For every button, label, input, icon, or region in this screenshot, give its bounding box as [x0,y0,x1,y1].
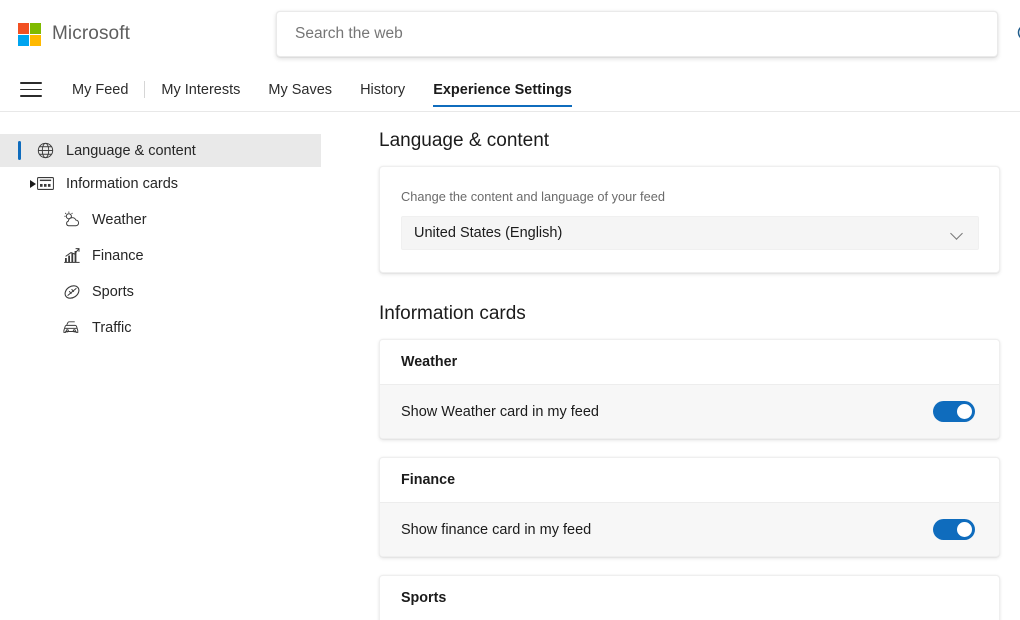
finance-settings-card: Finance Show finance card in my feed [379,457,1000,557]
search-box[interactable] [276,11,998,57]
search-button[interactable] [1010,17,1020,51]
weather-toggle-row: Show Weather card in my feed [380,385,999,438]
card-title: Weather [380,340,999,385]
nav-item-my-feed[interactable]: My Feed [58,68,142,112]
settings-main-content: Language & content Change the content an… [355,112,1020,620]
brand[interactable]: Microsoft [18,22,248,46]
sidebar-item-sports[interactable]: Sports [0,275,321,308]
microsoft-logo-icon [18,22,41,46]
nav-item-experience-settings[interactable]: Experience Settings [419,68,586,112]
language-dropdown-value: United States (English) [414,225,563,241]
language-section-title: Language & content [379,130,550,151]
weather-show-toggle[interactable] [933,401,975,422]
sidebar-item-label: Finance [92,247,144,264]
sidebar-item-finance[interactable]: Finance [0,239,321,272]
globe-icon [36,141,55,160]
finance-show-toggle[interactable] [933,519,975,540]
traffic-car-icon [62,318,81,337]
sidebar-item-traffic[interactable]: Traffic [0,311,321,344]
chevron-right-icon[interactable] [30,179,36,188]
chevron-down-icon [951,229,964,237]
nav-item-history[interactable]: History [346,68,419,112]
weather-settings-card: Weather Show Weather card in my feed [379,339,1000,439]
card-row-label: Show finance card in my feed [401,521,592,538]
nav-item-my-saves[interactable]: My Saves [254,68,346,112]
finance-toggle-row: Show finance card in my feed [380,503,999,556]
language-card: Change the content and language of your … [379,166,1000,273]
information-cards-section-title: Information cards [379,303,526,324]
language-field-label: Change the content and language of your … [401,189,665,204]
sports-settings-card: Sports [379,575,1000,620]
sidebar-item-label: Sports [92,283,134,300]
sidebar-item-label: Language & content [66,142,196,159]
sidebar-item-language-content[interactable]: Language & content [0,134,321,167]
weather-icon [62,210,81,229]
sports-ball-icon [62,282,81,301]
sidebar-item-information-cards[interactable]: Information cards [0,167,321,200]
settings-sidebar: Language & content Information cards Wea… [0,112,355,620]
toggle-knob [957,404,972,419]
finance-chart-icon [62,246,81,265]
nav-divider [144,81,146,98]
cards-icon [36,174,55,193]
card-title: Finance [380,458,999,503]
card-title: Sports [380,576,999,620]
sidebar-item-label: Weather [92,211,147,228]
page-header: Microsoft [0,0,1020,68]
sidebar-item-weather[interactable]: Weather [0,203,321,236]
search-icon [1017,27,1020,38]
search-input[interactable] [295,12,979,56]
page-body: Language & content Information cards Wea… [0,112,1020,620]
hamburger-icon[interactable] [16,77,46,103]
brand-name: Microsoft [52,23,130,44]
sidebar-item-label: Traffic [92,319,132,336]
toggle-knob [957,522,972,537]
card-row-label: Show Weather card in my feed [401,403,599,420]
nav-item-my-interests[interactable]: My Interests [147,68,254,112]
main-navigation: My Feed My Interests My Saves History Ex… [0,68,1020,112]
sidebar-item-label: Information cards [66,175,179,192]
language-dropdown[interactable]: United States (English) [401,216,979,250]
search-area [276,11,1020,57]
